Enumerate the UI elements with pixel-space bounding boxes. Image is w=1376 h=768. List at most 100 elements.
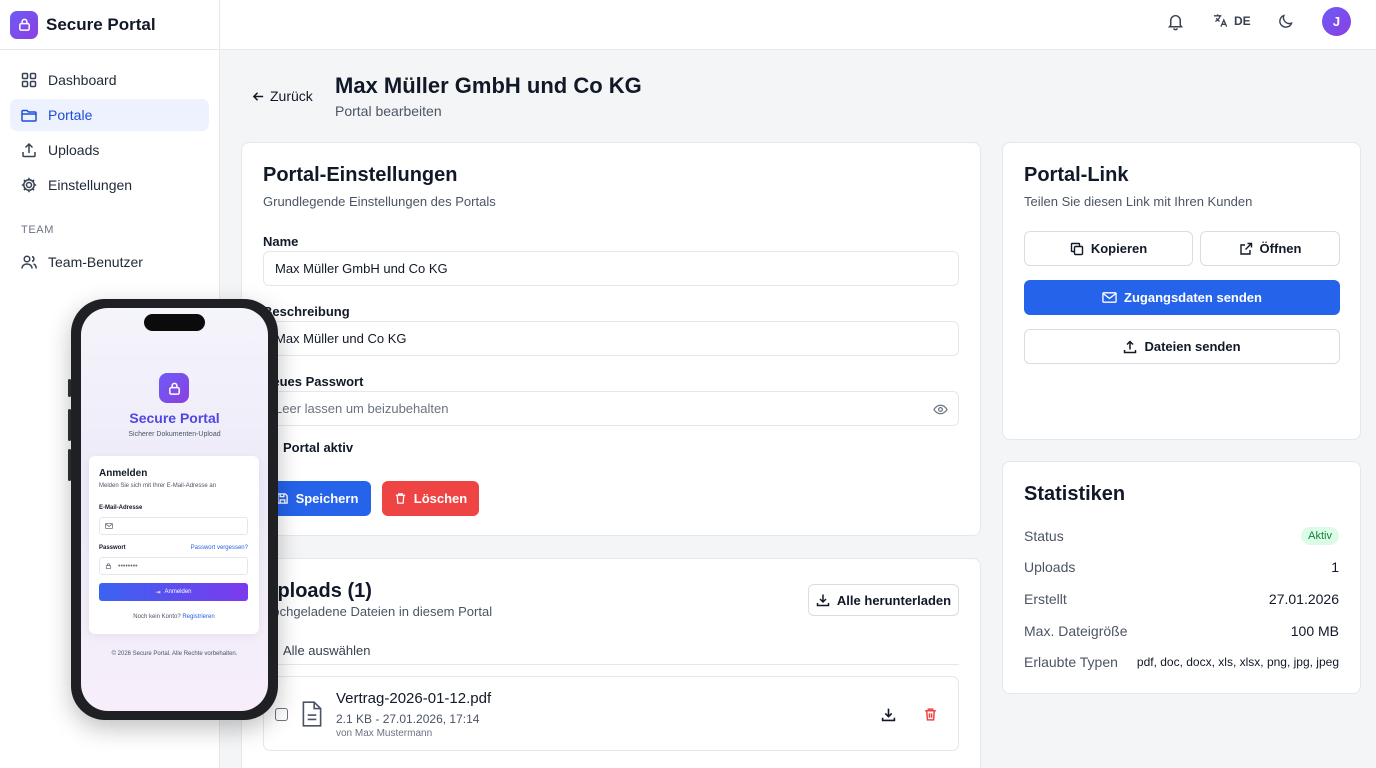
save-label: Speichern — [295, 491, 359, 506]
stat-value: 100 MB — [1290, 623, 1339, 639]
sidebar-section-label: TEAM — [21, 224, 54, 236]
app-name: Secure Portal — [46, 14, 156, 34]
file-document-icon — [302, 701, 322, 727]
stat-row-created: Erstellt 27.01.2026 — [1024, 591, 1339, 607]
lock-icon — [105, 563, 112, 570]
login-button[interactable]: ⇥ Anmelden — [99, 583, 248, 601]
file-row[interactable]: Vertrag-2026-01-12.pdf 2.1 KB - 27.01.20… — [263, 676, 959, 751]
back-button[interactable]: Zurück — [252, 88, 313, 104]
dynamic-island — [144, 314, 205, 331]
bell-icon[interactable] — [1166, 12, 1185, 31]
description-field[interactable]: Max Müller und Co KG — [263, 321, 959, 356]
gear-icon — [21, 177, 37, 193]
avatar[interactable]: J — [1322, 7, 1351, 36]
password-label: Neues Passwort — [263, 374, 364, 389]
save-button[interactable]: Speichern — [263, 481, 371, 516]
arrow-left-icon — [252, 91, 264, 101]
open-button[interactable]: Öffnen — [1200, 231, 1340, 266]
mail-icon — [1102, 292, 1117, 303]
lock-icon — [159, 373, 189, 403]
sidebar-item-portale[interactable]: Portale — [10, 99, 209, 131]
external-link-icon — [1239, 242, 1252, 255]
send-credentials-button[interactable]: Zugangsdaten senden — [1024, 280, 1340, 315]
no-account-text: Noch kein Konto? — [133, 614, 181, 620]
uploads-card: Uploads (1) Hochgeladene Dateien in dies… — [241, 558, 981, 768]
name-field[interactable]: Max Müller GmbH und Co KG — [263, 251, 959, 286]
download-all-label: Alle herunterladen — [836, 592, 952, 608]
stat-row-max-size: Max. Dateigröße 100 MB — [1024, 623, 1339, 639]
portal-settings-card: Portal-Einstellungen Grundlegende Einste… — [241, 142, 981, 536]
password-placeholder: Leer lassen um beizubehalten — [275, 401, 449, 416]
upload-icon — [22, 142, 36, 158]
stat-value: 1 — [1331, 559, 1339, 575]
download-icon[interactable] — [881, 707, 896, 722]
select-all-label: Alle auswählen — [283, 643, 371, 658]
file-name: Vertrag-2026-01-12.pdf — [336, 690, 492, 707]
open-label: Öffnen — [1259, 241, 1302, 256]
phone-footer: © 2026 Secure Portal. Alle Rechte vorbeh… — [111, 651, 238, 657]
password-label: Passwort — [99, 545, 126, 551]
select-all-toggle[interactable]: Alle auswählen — [263, 643, 370, 658]
language-switcher[interactable]: DE — [1212, 12, 1251, 29]
phone-app-subtitle: Sicherer Dokumenten-Upload — [128, 431, 221, 438]
file-uploader: von Max Mustermann — [336, 728, 433, 739]
sidebar-item-label: Dashboard — [48, 72, 117, 88]
file-meta: 2.1 KB - 27.01.2026, 17:14 — [336, 712, 480, 726]
login-card: Anmelden Melden Sie sich mit Ihrer E-Mai… — [89, 456, 259, 634]
portal-active-label: Portal aktiv — [283, 440, 354, 455]
file-checkbox[interactable] — [275, 708, 288, 721]
trash-icon[interactable] — [923, 707, 938, 722]
password-field[interactable]: Leer lassen um beizubehalten — [263, 391, 959, 426]
phone-side-button — [68, 379, 71, 397]
sidebar-item-label: Einstellungen — [48, 177, 133, 193]
phone-side-button — [68, 409, 71, 441]
translate-icon — [1213, 14, 1228, 27]
stat-value: 27.01.2026 — [1268, 591, 1339, 607]
stat-key: Uploads — [1024, 559, 1076, 575]
eye-icon[interactable] — [933, 403, 948, 416]
stat-key: Status — [1024, 528, 1064, 544]
sidebar-item-einstellungen[interactable]: Einstellungen — [10, 169, 209, 201]
login-subtitle: Melden Sie sich mit Ihrer E-Mail-Adresse… — [99, 483, 217, 489]
grid-icon — [21, 72, 37, 88]
send-files-label: Dateien senden — [1144, 339, 1241, 354]
back-label: Zurück — [270, 88, 313, 104]
mail-icon — [105, 523, 113, 529]
language-label: DE — [1234, 13, 1251, 28]
sidebar-item-uploads[interactable]: Uploads — [10, 134, 209, 166]
card-subtitle: Grundlegende Einstellungen des Portals — [263, 194, 496, 209]
phone-screen: Secure Portal Sicherer Dokumenten-Upload… — [81, 308, 268, 711]
moon-icon[interactable] — [1277, 12, 1295, 30]
phone-mockup: Secure Portal Sicherer Dokumenten-Upload… — [68, 299, 278, 720]
send-files-button[interactable]: Dateien senden — [1024, 329, 1340, 364]
copy-label: Kopieren — [1090, 241, 1148, 256]
card-title: Portal-Einstellungen — [263, 164, 458, 186]
register-link[interactable]: Registrieren — [182, 614, 214, 620]
stat-row-uploads: Uploads 1 — [1024, 559, 1339, 575]
stat-key: Erstellt — [1024, 591, 1067, 607]
page-title: Max Müller GmbH und Co KG — [335, 73, 642, 98]
forgot-password-link[interactable]: Passwort vergessen? — [191, 545, 248, 551]
sidebar-item-team-benutzer[interactable]: Team-Benutzer — [10, 246, 209, 278]
sidebar-item-label: Uploads — [48, 142, 100, 158]
email-field[interactable] — [99, 517, 248, 535]
login-icon: ⇥ — [155, 589, 161, 596]
trash-icon — [395, 493, 405, 504]
card-title: Statistiken — [1024, 483, 1126, 505]
status-badge: Aktiv — [1301, 527, 1339, 545]
stat-key: Max. Dateigröße — [1024, 623, 1128, 639]
download-icon — [816, 594, 830, 607]
delete-button[interactable]: Löschen — [382, 481, 479, 516]
brand[interactable]: Secure Portal — [0, 0, 219, 50]
sidebar-nav: Dashboard Portale Uploads Einstellungen … — [0, 50, 219, 278]
login-button-label: Anmelden — [164, 589, 192, 595]
copy-button[interactable]: Kopieren — [1024, 231, 1193, 266]
password-dots: •••••••• — [118, 562, 138, 570]
download-all-button[interactable]: Alle herunterladen — [808, 584, 959, 616]
sidebar-item-dashboard[interactable]: Dashboard — [10, 64, 209, 96]
password-field[interactable]: •••••••• — [99, 557, 248, 575]
card-subtitle: Hochgeladene Dateien in diesem Portal — [263, 604, 493, 619]
register-prompt: Noch kein Konto? Registrieren — [89, 614, 259, 620]
phone-app-title: Secure Portal — [129, 410, 220, 426]
card-title: Portal-Link — [1024, 164, 1129, 186]
